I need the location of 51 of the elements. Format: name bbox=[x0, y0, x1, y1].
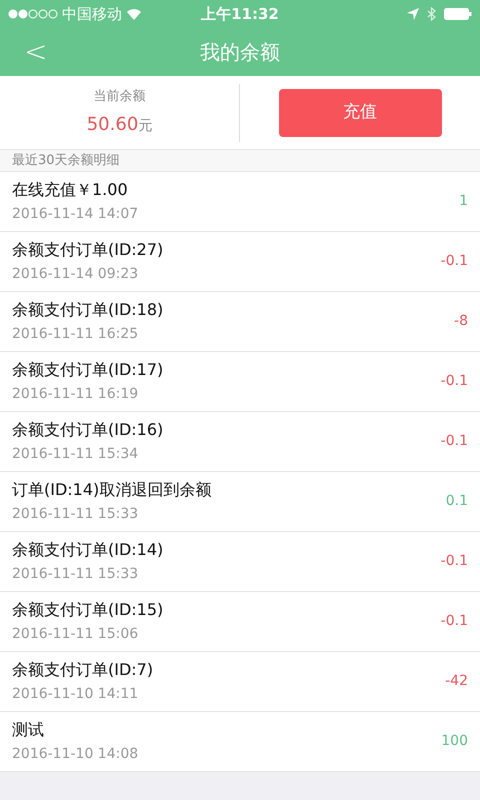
balance-amount: 50.60元 bbox=[86, 112, 152, 137]
transaction-time: 2016-11-11 15:33 bbox=[12, 506, 140, 524]
transaction-title: 余额支付订单(ID:27) bbox=[12, 240, 164, 260]
transaction-amount: 100 bbox=[441, 732, 468, 751]
balance-label: 当前余额 bbox=[94, 88, 146, 106]
wifi-icon bbox=[126, 8, 142, 20]
section-title: 最近30天余额明细 bbox=[12, 152, 120, 170]
transaction-time: 2016-11-11 15:06 bbox=[12, 626, 140, 644]
transaction-row[interactable]: 余额支付订单(ID:7) 2016-11-10 14:11 -42 bbox=[0, 652, 480, 712]
transaction-title: 余额支付订单(ID:14) bbox=[12, 540, 164, 560]
transaction-time: 2016-11-14 14:07 bbox=[12, 206, 140, 224]
transaction-row[interactable]: 余额支付订单(ID:14) 2016-11-11 15:33 -0.1 bbox=[0, 532, 480, 592]
transaction-amount: -0.1 bbox=[440, 432, 468, 451]
transaction-row[interactable]: 在线充值￥1.00 2016-11-14 14:07 1 bbox=[0, 172, 480, 232]
carrier-name: 中国移动 bbox=[62, 4, 122, 25]
transaction-time: 2016-11-11 16:25 bbox=[12, 326, 140, 344]
transaction-time: 2016-11-11 15:34 bbox=[12, 446, 140, 464]
transaction-row[interactable]: 测试 2016-11-10 14:08 100 bbox=[0, 712, 480, 772]
transaction-title: 订单(ID:14)取消退回到余额 bbox=[12, 480, 212, 500]
transaction-amount: -8 bbox=[454, 312, 468, 331]
transaction-row[interactable]: 余额支付订单(ID:17) 2016-11-11 16:19 -0.1 bbox=[0, 352, 480, 412]
transaction-title: 余额支付订单(ID:16) bbox=[12, 420, 164, 440]
transaction-amount: -0.1 bbox=[440, 552, 468, 571]
transaction-time: 2016-11-14 09:23 bbox=[12, 266, 140, 284]
transaction-row[interactable]: 余额支付订单(ID:15) 2016-11-11 15:06 -0.1 bbox=[0, 592, 480, 652]
transaction-title: 测试 bbox=[12, 720, 45, 740]
bluetooth-icon bbox=[427, 7, 436, 21]
transaction-row[interactable]: 余额支付订单(ID:18) 2016-11-11 16:25 -8 bbox=[0, 292, 480, 352]
transaction-amount: 1 bbox=[459, 192, 468, 211]
transaction-title: 在线充值￥1.00 bbox=[12, 180, 129, 200]
transaction-row[interactable]: 余额支付订单(ID:16) 2016-11-11 15:34 -0.1 bbox=[0, 412, 480, 472]
transaction-amount: -0.1 bbox=[440, 612, 468, 631]
status-time: 上午11:32 bbox=[201, 4, 279, 25]
page-title: 我的余额 bbox=[200, 39, 280, 66]
transaction-title: 余额支付订单(ID:17) bbox=[12, 360, 164, 380]
transaction-title: 余额支付订单(ID:18) bbox=[12, 300, 164, 320]
transaction-title: 余额支付订单(ID:15) bbox=[12, 600, 164, 620]
signal-icon bbox=[8, 9, 58, 19]
battery-icon bbox=[444, 8, 472, 20]
transaction-amount: -0.1 bbox=[440, 372, 468, 391]
transaction-amount: 0.1 bbox=[446, 492, 468, 511]
transaction-time: 2016-11-10 14:11 bbox=[12, 686, 140, 704]
transaction-title: 余额支付订单(ID:7) bbox=[12, 660, 154, 680]
transaction-amount: -0.1 bbox=[440, 252, 468, 271]
transaction-row[interactable]: 余额支付订单(ID:27) 2016-11-14 09:23 -0.1 bbox=[0, 232, 480, 292]
transaction-amount: -42 bbox=[445, 672, 468, 691]
location-arrow-icon bbox=[407, 8, 419, 20]
transaction-time: 2016-11-10 14:08 bbox=[12, 746, 140, 764]
transaction-row[interactable]: 订单(ID:14)取消退回到余额 2016-11-11 15:33 0.1 bbox=[0, 472, 480, 532]
transaction-time: 2016-11-11 15:33 bbox=[12, 566, 140, 584]
transaction-time: 2016-11-11 16:19 bbox=[12, 386, 140, 404]
